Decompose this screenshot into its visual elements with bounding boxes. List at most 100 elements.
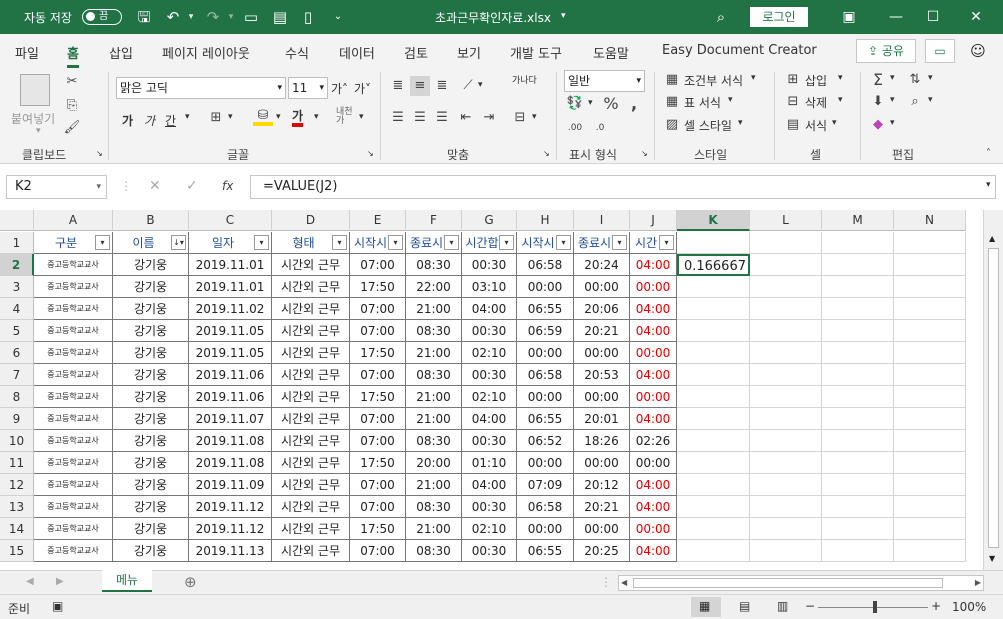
- phonetic-icon[interactable]: 내천 가: [336, 108, 353, 126]
- clear-dropdown-icon[interactable]: ▾: [890, 118, 895, 128]
- cut-icon[interactable]: ✂: [62, 72, 82, 92]
- cell-b13[interactable]: 강기웅: [113, 496, 189, 518]
- cell-j11[interactable]: 00:00: [630, 452, 677, 474]
- border-icon[interactable]: ⊞: [206, 108, 226, 128]
- cell-e3[interactable]: 17:50: [350, 276, 406, 298]
- cell-i13[interactable]: 20:21: [574, 496, 630, 518]
- cell-d13[interactable]: 시간외 근무: [272, 496, 350, 518]
- cell-f15[interactable]: 08:30: [406, 540, 462, 562]
- minimize-icon[interactable]: —: [884, 7, 908, 27]
- cell-n9[interactable]: [894, 408, 966, 430]
- cell-d14[interactable]: 시간외 근무: [272, 518, 350, 540]
- scroll-thumb[interactable]: [988, 248, 999, 548]
- cell-d8[interactable]: 시간외 근무: [272, 386, 350, 408]
- filter-dropdown-icon[interactable]: ▾: [332, 235, 347, 250]
- filter-dropdown-icon[interactable]: ▾: [444, 235, 459, 250]
- format-cells-button[interactable]: 서식: [805, 117, 827, 134]
- clipboard-launcher-icon[interactable]: ↘: [96, 149, 103, 158]
- cell-k1[interactable]: [677, 232, 750, 254]
- fill-dropdown-icon[interactable]: ▾: [890, 95, 895, 105]
- percent-icon[interactable]: %: [601, 94, 621, 114]
- zoom-level[interactable]: 100%: [952, 600, 986, 614]
- cell-h8[interactable]: 00:00: [517, 386, 574, 408]
- undo-dropdown-icon[interactable]: ▾: [181, 7, 201, 27]
- search-icon[interactable]: ⌕: [711, 7, 731, 27]
- cell-h7[interactable]: 06:58: [517, 364, 574, 386]
- cell-k12[interactable]: [677, 474, 750, 496]
- sheet-tab-menu[interactable]: 메뉴: [102, 570, 152, 592]
- sort-filter-dropdown-icon[interactable]: ▾: [928, 73, 933, 83]
- column-header-a[interactable]: A: [34, 210, 113, 231]
- undo-icon[interactable]: ↶: [163, 7, 183, 27]
- active-cell-k2[interactable]: 0.166667: [677, 254, 750, 276]
- chevron-down-icon[interactable]: ▾: [838, 95, 843, 105]
- cell-g7[interactable]: 00:30: [462, 364, 517, 386]
- cell-i9[interactable]: 20:01: [574, 408, 630, 430]
- cell-b4[interactable]: 강기웅: [113, 298, 189, 320]
- decrease-indent-icon[interactable]: ⇤: [456, 108, 476, 128]
- comments-icon[interactable]: ▭: [925, 39, 955, 63]
- cell-m8[interactable]: [822, 386, 894, 408]
- cell-h4[interactable]: 06:55: [517, 298, 574, 320]
- shrink-font-button[interactable]: 가˅: [354, 80, 371, 97]
- cell-j7[interactable]: 04:00: [630, 364, 677, 386]
- cell-a12[interactable]: 중고등학교교사: [34, 474, 113, 496]
- cell-h3[interactable]: 00:00: [517, 276, 574, 298]
- align-center-icon[interactable]: ☰: [410, 108, 430, 128]
- cell-j3[interactable]: 00:00: [630, 276, 677, 298]
- cell-a5[interactable]: 중고등학교교사: [34, 320, 113, 342]
- font-name-combo[interactable]: 맑은 고딕 ▾: [116, 77, 286, 99]
- align-middle-icon[interactable]: ≡: [410, 76, 430, 96]
- cell-b12[interactable]: 강기웅: [113, 474, 189, 496]
- cell-e13[interactable]: 07:00: [350, 496, 406, 518]
- filter-dropdown-icon[interactable]: ▾: [556, 235, 571, 250]
- filter-dropdown-icon[interactable]: ▾: [254, 235, 269, 250]
- orientation-dropdown-icon[interactable]: ▾: [478, 80, 483, 90]
- cell-e5[interactable]: 07:00: [350, 320, 406, 342]
- cell-n5[interactable]: [894, 320, 966, 342]
- scroll-up-icon[interactable]: ▲: [989, 234, 995, 243]
- cell-k7[interactable]: [677, 364, 750, 386]
- font-size-combo[interactable]: 11 ▾: [288, 77, 328, 99]
- cell-g13[interactable]: 00:30: [462, 496, 517, 518]
- cell-l15[interactable]: [750, 540, 822, 562]
- cell-l14[interactable]: [750, 518, 822, 540]
- find-select-icon[interactable]: ⌕: [905, 92, 925, 112]
- title-dropdown-icon[interactable]: ▾: [561, 11, 566, 21]
- customize-toolbar-icon[interactable]: ⌄: [328, 7, 348, 27]
- cell-k5[interactable]: [677, 320, 750, 342]
- cell-i11[interactable]: 00:00: [574, 452, 630, 474]
- delete-cells-icon[interactable]: ⊟: [783, 92, 803, 112]
- feedback-icon[interactable]: ☺: [968, 39, 988, 63]
- decrease-decimal-icon[interactable]: .0: [590, 118, 610, 138]
- fill-color-dropdown-icon[interactable]: ▾: [276, 112, 281, 122]
- tab-developer[interactable]: 개발 도구: [510, 43, 562, 62]
- redo-icon[interactable]: ↷: [203, 7, 223, 27]
- cell-j8[interactable]: 00:00: [630, 386, 677, 408]
- cell-l3[interactable]: [750, 276, 822, 298]
- row-header-15[interactable]: 15: [0, 540, 34, 562]
- cell-e11[interactable]: 17:50: [350, 452, 406, 474]
- row-header-5[interactable]: 5: [0, 320, 34, 342]
- cell-a1[interactable]: 구분 ▾: [34, 232, 113, 254]
- cell-n12[interactable]: [894, 474, 966, 496]
- cell-i1[interactable]: 종료시 ▾: [574, 232, 630, 254]
- cell-m7[interactable]: [822, 364, 894, 386]
- row-header-4[interactable]: 4: [0, 298, 34, 320]
- cell-n1[interactable]: [894, 232, 966, 254]
- row-header-12[interactable]: 12: [0, 474, 34, 496]
- maximize-icon[interactable]: ☐: [921, 7, 945, 27]
- cell-g10[interactable]: 00:30: [462, 430, 517, 452]
- ribbon-display-icon[interactable]: ▣: [837, 7, 861, 27]
- cell-g5[interactable]: 00:30: [462, 320, 517, 342]
- cell-k8[interactable]: [677, 386, 750, 408]
- cell-k9[interactable]: [677, 408, 750, 430]
- font-color-dropdown-icon[interactable]: ▾: [314, 112, 319, 122]
- grow-font-button[interactable]: 가˄: [331, 80, 348, 97]
- cell-c4[interactable]: 2019.11.02: [189, 298, 272, 320]
- cell-m13[interactable]: [822, 496, 894, 518]
- cell-b15[interactable]: 강기웅: [113, 540, 189, 562]
- align-top-icon[interactable]: ≣: [388, 76, 408, 96]
- cell-d15[interactable]: 시간외 근무: [272, 540, 350, 562]
- cell-k4[interactable]: [677, 298, 750, 320]
